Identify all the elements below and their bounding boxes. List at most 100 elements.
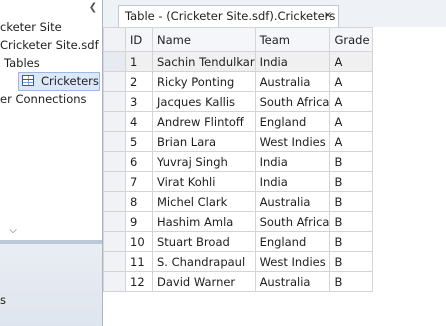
tree-node-tables[interactable]: Tables <box>4 54 40 73</box>
cell-name[interactable]: Andrew Flintoff <box>152 111 256 132</box>
cell-team[interactable]: West Indies <box>254 251 331 272</box>
cell-grade[interactable]: B <box>329 211 374 232</box>
cell-name[interactable]: Sachin Tendulkar <box>152 51 256 72</box>
cell-id[interactable]: 6 <box>125 151 153 172</box>
pane-label: s <box>0 293 6 307</box>
row-header[interactable] <box>103 171 126 192</box>
column-header-grade[interactable]: Grade <box>329 27 374 52</box>
cell-name[interactable]: David Warner <box>152 271 256 292</box>
cell-name[interactable]: S. Chandrapaul <box>152 251 256 272</box>
cell-id[interactable]: 4 <box>125 111 153 132</box>
cell-team[interactable]: South Africa <box>254 91 331 112</box>
chevron-down-icon[interactable]: ⌵ <box>6 225 20 237</box>
tree-node-label: cketer Site <box>0 20 62 34</box>
row-header[interactable] <box>103 151 126 172</box>
table-row[interactable]: 11 S. Chandrapaul West Indies B <box>103 251 374 272</box>
cell-name[interactable]: Yuvraj Singh <box>152 151 256 172</box>
row-header[interactable] <box>103 251 126 272</box>
server-explorer-panel: cketer Site Cricketer Site.sdf Tables Cr… <box>0 0 102 326</box>
table-row[interactable]: 6 Yuvraj Singh India B <box>103 151 374 172</box>
tree-node-label: Cricketer Site.sdf <box>0 38 99 52</box>
table-row[interactable]: 2 Ricky Ponting Australia A <box>103 71 374 92</box>
cell-id[interactable]: 12 <box>125 271 153 292</box>
cell-grade[interactable]: B <box>329 271 374 292</box>
tree-node-database[interactable]: Cricketer Site.sdf <box>0 36 99 55</box>
tab-strip: Table - (Cricketer Site.sdf).Cricketers … <box>103 0 446 27</box>
row-header[interactable] <box>103 131 126 152</box>
column-header-team[interactable]: Team <box>254 27 331 52</box>
cell-team[interactable]: India <box>254 171 331 192</box>
tab-table-cricketers[interactable]: Table - (Cricketer Site.sdf).Cricketers … <box>118 5 339 27</box>
row-header[interactable] <box>103 111 126 132</box>
column-header-name[interactable]: Name <box>152 27 256 52</box>
row-header[interactable] <box>103 51 126 72</box>
cell-id[interactable]: 10 <box>125 231 153 252</box>
cell-name[interactable]: Michel Clark <box>152 191 256 212</box>
cell-grade[interactable]: A <box>329 111 374 132</box>
cell-id[interactable]: 9 <box>125 211 153 232</box>
table-row[interactable]: 4 Andrew Flintoff England A <box>103 111 374 132</box>
table-row[interactable]: 10 Stuart Broad England B <box>103 231 374 252</box>
cell-id[interactable]: 2 <box>125 71 153 92</box>
properties-pane: s <box>0 244 102 326</box>
table-row[interactable]: 7 Virat Kohli India B <box>103 171 374 192</box>
cell-team[interactable]: England <box>254 231 331 252</box>
app-window: cketer Site Cricketer Site.sdf Tables Cr… <box>0 0 446 326</box>
cell-name[interactable]: Jacques Kallis <box>152 91 256 112</box>
row-header[interactable] <box>103 191 126 212</box>
chevron-left-icon[interactable]: ❮ <box>88 2 98 14</box>
cell-grade[interactable]: B <box>329 171 374 192</box>
table-row[interactable]: 9 Hashim Amla South Africa B <box>103 211 374 232</box>
table-icon <box>22 75 34 86</box>
table-row[interactable]: 1 Sachin Tendulkar India A <box>103 51 374 72</box>
row-header[interactable] <box>103 271 126 292</box>
cell-id[interactable]: 8 <box>125 191 153 212</box>
cell-grade[interactable]: B <box>329 251 374 272</box>
cell-id[interactable]: 5 <box>125 131 153 152</box>
cell-team[interactable]: Australia <box>254 71 331 92</box>
cell-id[interactable]: 3 <box>125 91 153 112</box>
tree-node-label: Tables <box>4 56 40 70</box>
cell-grade[interactable]: A <box>329 51 374 72</box>
cell-id[interactable]: 1 <box>125 51 153 72</box>
cell-team[interactable]: West Indies <box>254 131 331 152</box>
tree-node-label: er Connections <box>0 92 87 106</box>
row-header[interactable] <box>103 91 126 112</box>
row-header[interactable] <box>103 231 126 252</box>
cell-grade[interactable]: B <box>329 151 374 172</box>
column-header-id[interactable]: ID <box>125 27 153 52</box>
cell-name[interactable]: Ricky Ponting <box>152 71 256 92</box>
cell-team[interactable]: Australia <box>254 271 331 292</box>
table-row[interactable]: 3 Jacques Kallis South Africa A <box>103 91 374 112</box>
cell-name[interactable]: Hashim Amla <box>152 211 256 232</box>
cell-id[interactable]: 11 <box>125 251 153 272</box>
cell-name[interactable]: Stuart Broad <box>152 231 256 252</box>
cell-team[interactable]: India <box>254 151 331 172</box>
cell-id[interactable]: 7 <box>125 171 153 192</box>
cell-grade[interactable]: B <box>329 191 374 212</box>
table-row[interactable]: 12 David Warner Australia B <box>103 271 374 292</box>
document-area: Table - (Cricketer Site.sdf).Cricketers … <box>103 0 446 326</box>
table-row[interactable]: 5 Brian Lara West Indies A <box>103 131 374 152</box>
tab-title: Table - (Cricketer Site.sdf).Cricketers <box>125 9 336 23</box>
data-table: ID Name Team Grade 1 Sachin Tendulkar Indi… <box>103 27 374 292</box>
cell-grade[interactable]: A <box>329 71 374 92</box>
cell-team[interactable]: England <box>254 111 331 132</box>
cell-team[interactable]: Australia <box>254 191 331 212</box>
cell-team[interactable]: India <box>254 51 331 72</box>
data-grid: ID Name Team Grade 1 Sachin Tendulkar Indi… <box>103 27 446 326</box>
cell-grade[interactable]: A <box>329 91 374 112</box>
cell-name[interactable]: Virat Kohli <box>152 171 256 192</box>
row-header[interactable] <box>103 211 126 232</box>
table-row[interactable]: 8 Michel Clark Australia B <box>103 191 374 212</box>
cell-grade[interactable]: B <box>329 231 374 252</box>
tree-node-site[interactable]: cketer Site <box>0 18 62 37</box>
tree-node-cricketers[interactable]: Cricketers <box>18 72 100 91</box>
close-icon[interactable]: × <box>321 6 335 26</box>
corner-cell[interactable] <box>103 27 126 52</box>
cell-name[interactable]: Brian Lara <box>152 131 256 152</box>
tree-node-connections[interactable]: er Connections <box>0 90 87 109</box>
row-header[interactable] <box>103 71 126 92</box>
cell-team[interactable]: South Africa <box>254 211 331 232</box>
cell-grade[interactable]: A <box>329 131 374 152</box>
